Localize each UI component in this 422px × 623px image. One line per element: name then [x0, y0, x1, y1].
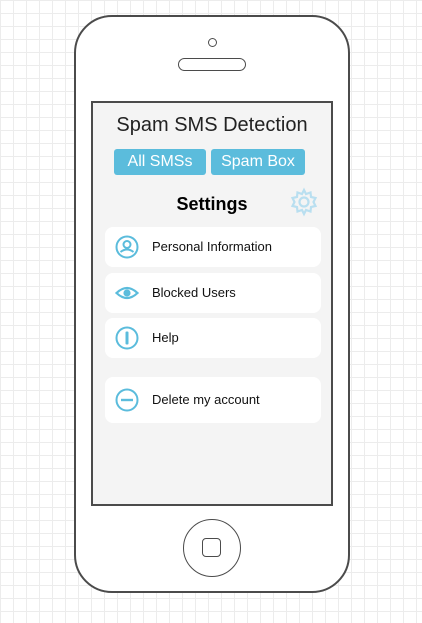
phone-screen: Spam SMS Detection All SMSs Spam Box Set… [91, 101, 333, 506]
menu-item-blocked-users[interactable]: Blocked Users [105, 273, 321, 313]
tab-spam-box[interactable]: Spam Box [211, 149, 305, 175]
menu-item-personal-information[interactable]: Personal Information [105, 227, 321, 267]
camera-icon [208, 38, 217, 47]
eye-icon [115, 286, 139, 300]
menu-item-label: Personal Information [152, 239, 272, 254]
menu-item-label: Help [152, 330, 179, 345]
minus-circle-icon [115, 388, 139, 412]
home-square-icon [202, 538, 221, 557]
tab-all-smss[interactable]: All SMSs [114, 149, 206, 175]
info-icon [115, 326, 139, 350]
menu-item-delete-account[interactable]: Delete my account [105, 377, 321, 423]
menu-item-label: Blocked Users [152, 285, 236, 300]
gear-icon[interactable] [289, 187, 319, 217]
speaker-grille [178, 58, 246, 71]
user-icon [115, 235, 139, 259]
home-button[interactable] [183, 519, 241, 577]
app-title: Spam SMS Detection [116, 114, 308, 136]
menu-item-help[interactable]: Help [105, 318, 321, 358]
menu-item-label: Delete my account [152, 392, 260, 407]
